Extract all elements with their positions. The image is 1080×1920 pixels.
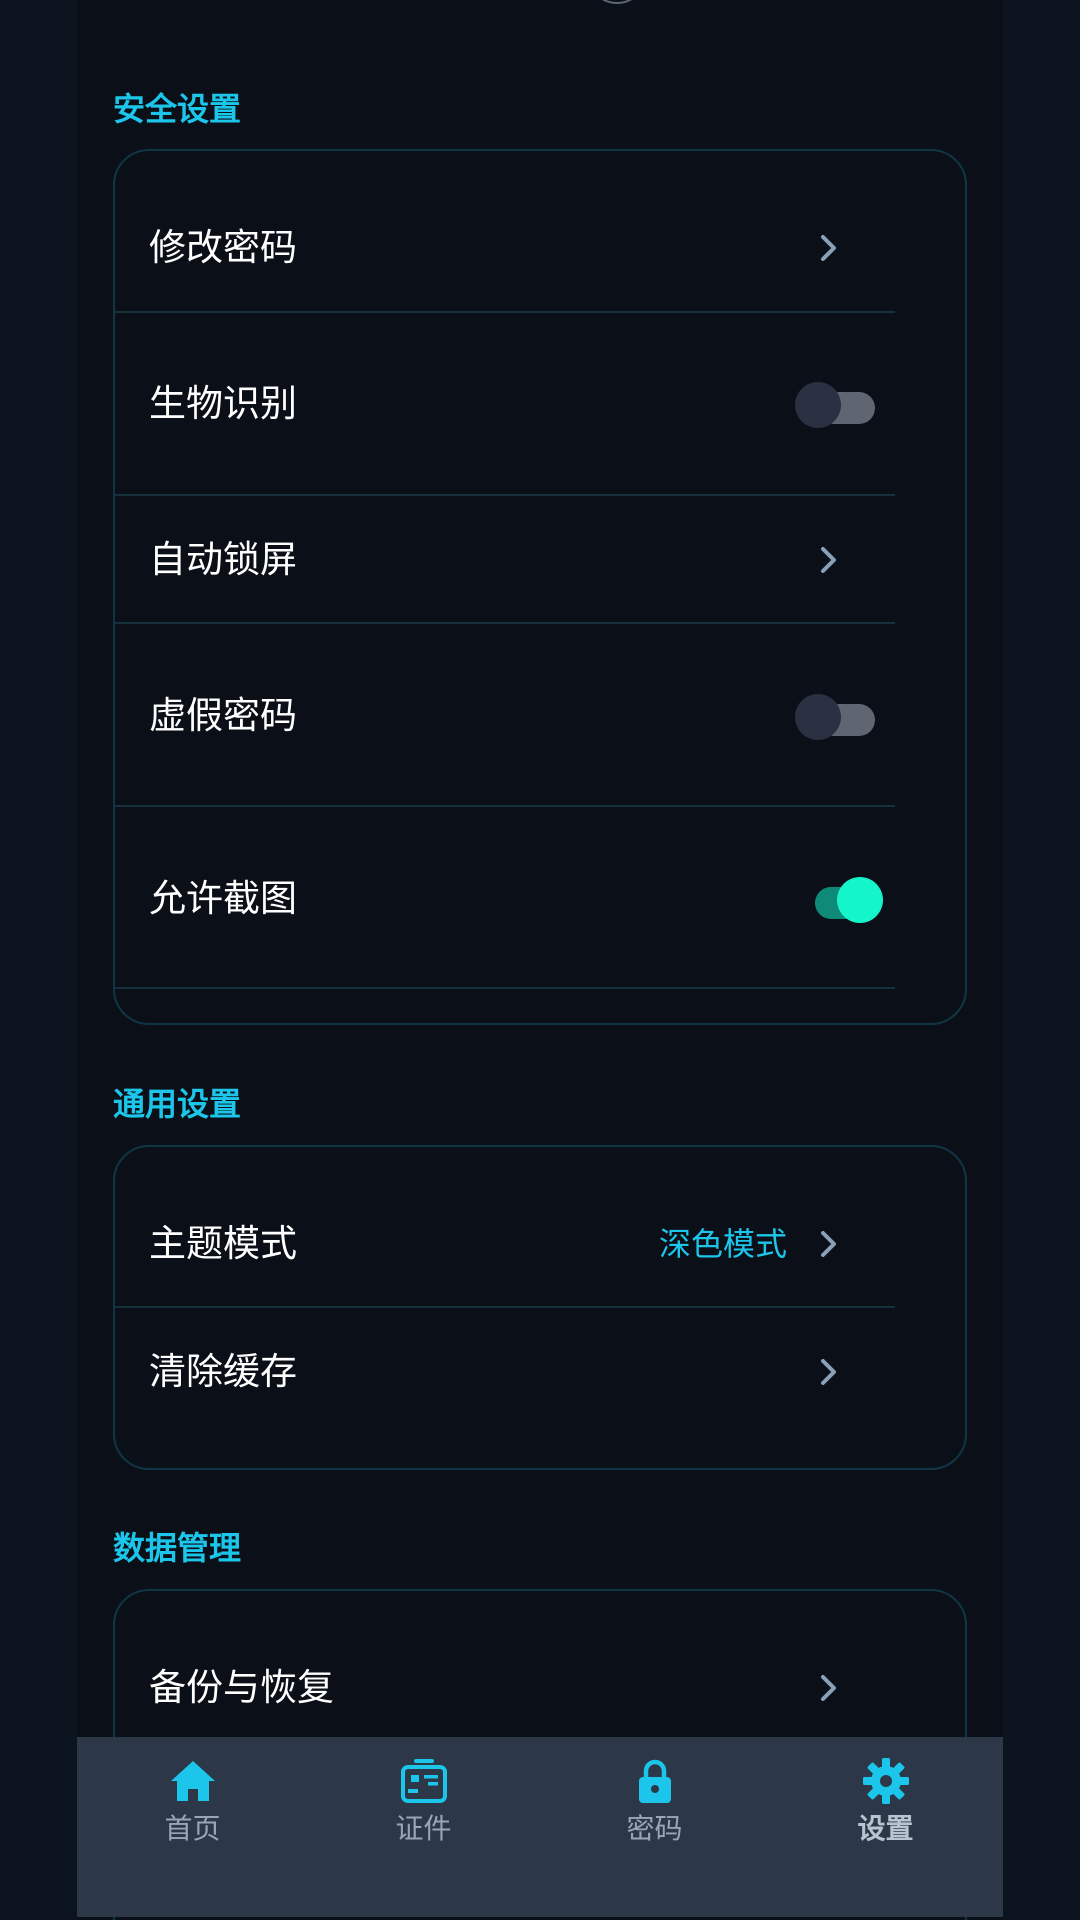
row-theme-mode[interactable]: 主题模式 深色模式 (113, 1194, 895, 1294)
settings-screen: 安全设置 修改密码 生物识别 自动锁屏 虚假密码 允许截图 通用设置 主题模式 … (77, 0, 1003, 1920)
divider (113, 987, 895, 989)
bottom-tab-bar: 首页 证件 密码 设置 (77, 1737, 1003, 1917)
row-label: 允许截图 (149, 877, 297, 920)
tab-label: 设置 (857, 1812, 914, 1845)
tab-label: 证件 (395, 1812, 452, 1845)
fake-password-toggle[interactable] (795, 692, 885, 740)
row-label: 主题模式 (149, 1222, 297, 1265)
row-auto-lock[interactable]: 自动锁屏 (113, 510, 895, 610)
row-biometrics[interactable]: 生物识别 (113, 354, 895, 454)
row-clear-cache[interactable]: 清除缓存 (113, 1322, 895, 1422)
tab-id-cards[interactable]: 证件 (308, 1737, 539, 1917)
row-label: 虚假密码 (149, 694, 297, 737)
row-label: 修改密码 (149, 226, 297, 269)
row-label: 自动锁屏 (149, 538, 297, 581)
row-backup-restore[interactable]: 备份与恢复 (113, 1638, 895, 1738)
section-title-security: 安全设置 (113, 90, 242, 128)
chevron-right-icon (821, 1675, 836, 1701)
tab-home[interactable]: 首页 (77, 1737, 308, 1917)
divider (113, 805, 895, 807)
section-title-data: 数据管理 (113, 1529, 242, 1567)
id-card-icon (401, 1759, 447, 1803)
row-label: 清除缓存 (149, 1350, 297, 1393)
divider (113, 494, 895, 496)
row-label: 备份与恢复 (149, 1666, 334, 1709)
chevron-right-icon (821, 547, 836, 573)
divider (113, 622, 895, 624)
tab-label: 首页 (164, 1812, 221, 1845)
row-allow-screenshot[interactable]: 允许截图 (113, 849, 895, 949)
row-fake-password[interactable]: 虚假密码 (113, 666, 895, 766)
lock-icon (639, 1759, 671, 1803)
chevron-right-icon (821, 1359, 836, 1385)
divider (113, 311, 895, 313)
row-change-password[interactable]: 修改密码 (113, 198, 895, 298)
home-icon (171, 1761, 215, 1801)
chevron-right-icon (821, 235, 836, 261)
tab-label: 密码 (626, 1812, 683, 1845)
tab-passwords[interactable]: 密码 (539, 1737, 770, 1917)
section-title-general: 通用设置 (113, 1085, 242, 1123)
theme-mode-value: 深色模式 (658, 1225, 787, 1263)
tab-settings[interactable]: 设置 (770, 1737, 1001, 1917)
chevron-right-icon (821, 1231, 836, 1257)
biometrics-toggle[interactable] (795, 380, 885, 428)
scroll-top-indicator (595, 0, 639, 4)
row-label: 生物识别 (149, 382, 297, 425)
divider (113, 1306, 895, 1308)
allow-screenshot-toggle[interactable] (795, 875, 885, 923)
gear-icon (863, 1758, 909, 1804)
